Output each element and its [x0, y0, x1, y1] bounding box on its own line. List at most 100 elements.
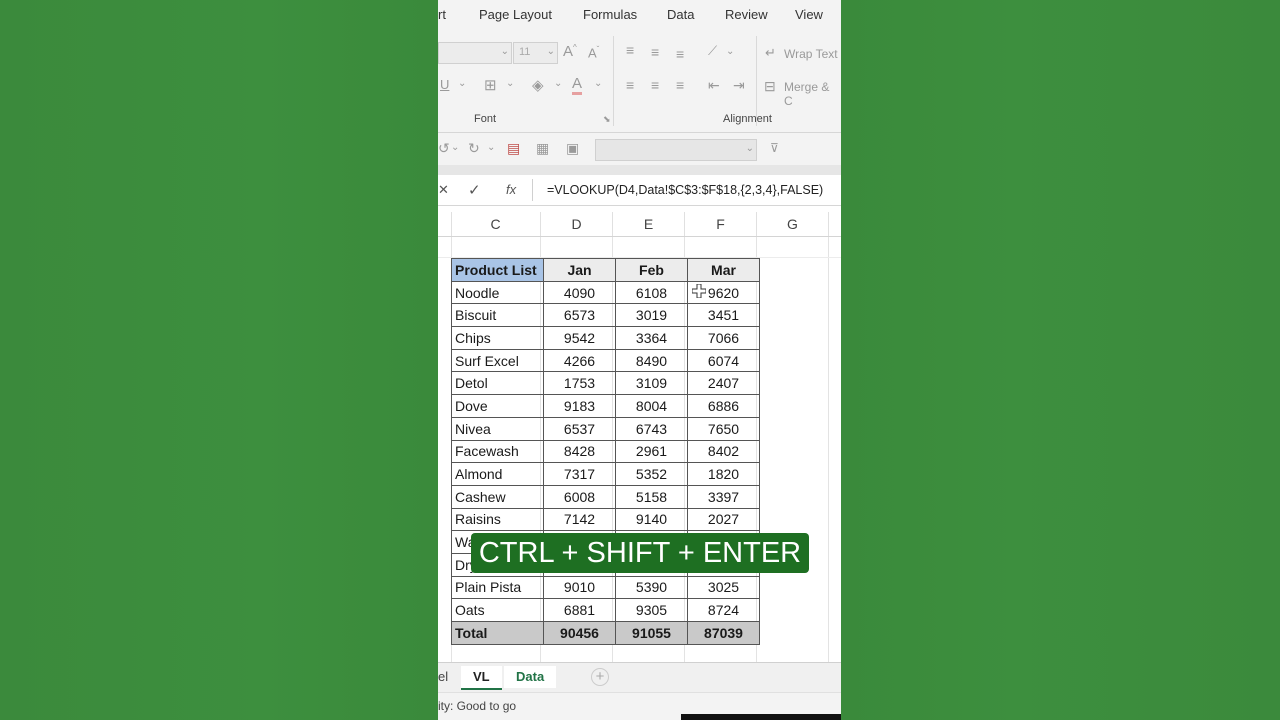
align-top-icon[interactable]: ≡	[626, 42, 634, 58]
tab-view[interactable]: View	[795, 7, 823, 22]
fill-color-icon[interactable]: ◈	[532, 76, 544, 94]
value-cell[interactable]: Mar	[687, 258, 760, 282]
product-cell[interactable]: Dove	[451, 394, 544, 418]
customize-toolbar-icon[interactable]: ⊽	[770, 141, 779, 155]
increase-indent-icon[interactable]: ⇥	[733, 77, 745, 94]
chevron-down-icon[interactable]: ⌄	[458, 78, 466, 89]
value-cell[interactable]: 8004	[615, 394, 688, 418]
value-cell[interactable]: 2961	[615, 439, 688, 464]
product-cell[interactable]: Cashew	[451, 484, 544, 509]
align-middle-icon[interactable]: ≡	[651, 44, 659, 60]
product-cell[interactable]: Biscuit	[451, 303, 544, 328]
value-cell[interactable]: 9010	[543, 575, 616, 600]
value-cell[interactable]: 7142	[543, 507, 616, 532]
align-left-icon[interactable]: ≡	[626, 77, 634, 93]
sheet-tab-data[interactable]: Data	[504, 666, 557, 688]
chevron-down-icon[interactable]: ⌄	[487, 142, 495, 153]
value-cell[interactable]: 6886	[687, 394, 760, 418]
value-cell[interactable]: 6008	[543, 484, 616, 509]
value-cell[interactable]: 8490	[615, 348, 688, 373]
column-header-e[interactable]: E	[613, 212, 685, 236]
value-cell[interactable]: Feb	[615, 258, 688, 282]
tab-insert[interactable]: rt	[438, 7, 446, 22]
tab-review[interactable]: Review	[725, 7, 768, 22]
value-cell[interactable]: 8402	[687, 439, 760, 464]
value-cell[interactable]: 9305	[615, 598, 688, 622]
product-cell[interactable]: Product List	[451, 258, 544, 282]
column-header-partial[interactable]	[438, 212, 452, 236]
print-preview-icon[interactable]: ▤	[507, 140, 520, 157]
value-cell[interactable]: 3019	[615, 303, 688, 328]
value-cell[interactable]: 4090	[543, 280, 616, 305]
form-icon[interactable]: ▦	[536, 140, 549, 157]
product-cell[interactable]: Almond	[451, 462, 544, 486]
orientation-icon[interactable]: ⟋	[708, 43, 717, 59]
add-sheet-icon[interactable]: +	[591, 668, 609, 686]
value-cell[interactable]: 5158	[615, 484, 688, 509]
decrease-font-icon[interactable]: Aˇ	[588, 45, 599, 60]
value-cell[interactable]: 7066	[687, 326, 760, 350]
font-color-icon[interactable]: A	[572, 75, 583, 95]
product-cell[interactable]: Detol	[451, 371, 544, 396]
enter-icon[interactable]: ✓	[468, 181, 481, 199]
chevron-down-icon[interactable]: ⌄	[726, 46, 734, 57]
value-cell[interactable]: 1753	[543, 371, 616, 396]
value-cell[interactable]: 91055	[615, 621, 688, 645]
font-name-combo[interactable]: ⌄	[438, 42, 512, 64]
product-cell[interactable]: Surf Excel	[451, 348, 544, 373]
value-cell[interactable]: 9140	[615, 507, 688, 532]
product-cell[interactable]: Total	[451, 621, 544, 645]
product-cell[interactable]: Noodle	[451, 280, 544, 305]
value-cell[interactable]: 87039	[687, 621, 760, 645]
column-header-c[interactable]: C	[451, 212, 541, 236]
value-cell[interactable]: 3397	[687, 484, 760, 509]
product-cell[interactable]: Oats	[451, 598, 544, 622]
wrap-text-button[interactable]: Wrap Text	[784, 47, 838, 61]
product-cell[interactable]: Plain Pista	[451, 575, 544, 600]
insert-function-icon[interactable]: fx	[506, 182, 516, 197]
align-right-icon[interactable]: ≡	[676, 77, 684, 93]
accessibility-status[interactable]: ity: Good to go	[438, 699, 516, 713]
increase-font-icon[interactable]: A^	[563, 43, 577, 60]
value-cell[interactable]: 4266	[543, 348, 616, 373]
value-cell[interactable]: 7317	[543, 462, 616, 486]
align-center-icon[interactable]: ≡	[651, 77, 659, 93]
value-cell[interactable]: 90456	[543, 621, 616, 645]
value-cell[interactable]: 3364	[615, 326, 688, 350]
value-cell[interactable]: 6108	[615, 280, 688, 305]
dialog-launcher-icon[interactable]: ⬊	[603, 114, 611, 125]
value-cell[interactable]: 1820	[687, 462, 760, 486]
font-size-combo[interactable]: 11 ⌄	[513, 42, 558, 64]
redo-icon[interactable]: ↻	[468, 140, 480, 157]
tab-page-layout[interactable]: Page Layout	[479, 7, 552, 22]
tab-data[interactable]: Data	[667, 7, 694, 22]
decrease-indent-icon[interactable]: ⇤	[708, 77, 720, 94]
value-cell[interactable]: 2027	[687, 507, 760, 532]
value-cell[interactable]: 3451	[687, 303, 760, 328]
value-cell[interactable]: 5352	[615, 462, 688, 486]
sheet-tab-partial[interactable]: el	[438, 666, 460, 688]
formula-input[interactable]: =VLOOKUP(D4,Data!$C$3:$F$18,{2,3,4},FALS…	[547, 183, 823, 197]
picture-icon[interactable]: ▣	[566, 140, 579, 157]
value-cell[interactable]: 5390	[615, 575, 688, 600]
value-cell[interactable]: 9183	[543, 394, 616, 418]
chevron-down-icon[interactable]: ⌄	[506, 78, 514, 89]
sheet-tab-vl[interactable]: VL	[461, 666, 502, 690]
value-cell[interactable]: 6537	[543, 416, 616, 441]
chevron-down-icon[interactable]: ⌄	[554, 78, 562, 89]
value-cell[interactable]: 6743	[615, 416, 688, 441]
name-dropdown[interactable]: ⌄	[595, 139, 757, 161]
align-bottom-icon[interactable]: ≡	[676, 46, 684, 62]
value-cell[interactable]: 3109	[615, 371, 688, 396]
tab-formulas[interactable]: Formulas	[583, 7, 637, 22]
cancel-icon[interactable]: ✕	[438, 182, 449, 198]
value-cell[interactable]: 7650	[687, 416, 760, 441]
underline-icon[interactable]: U	[440, 77, 449, 92]
value-cell[interactable]: 8428	[543, 439, 616, 464]
worksheet-grid[interactable]: Product List Jan Feb Mar Noodle 4090 6108 9620 B…	[438, 237, 841, 662]
value-cell[interactable]: 3025	[687, 575, 760, 600]
merge-button[interactable]: Merge & C	[784, 80, 841, 108]
value-cell[interactable]: 6074	[687, 348, 760, 373]
value-cell[interactable]: Jan	[543, 258, 616, 282]
column-header-g[interactable]: G	[757, 212, 829, 236]
